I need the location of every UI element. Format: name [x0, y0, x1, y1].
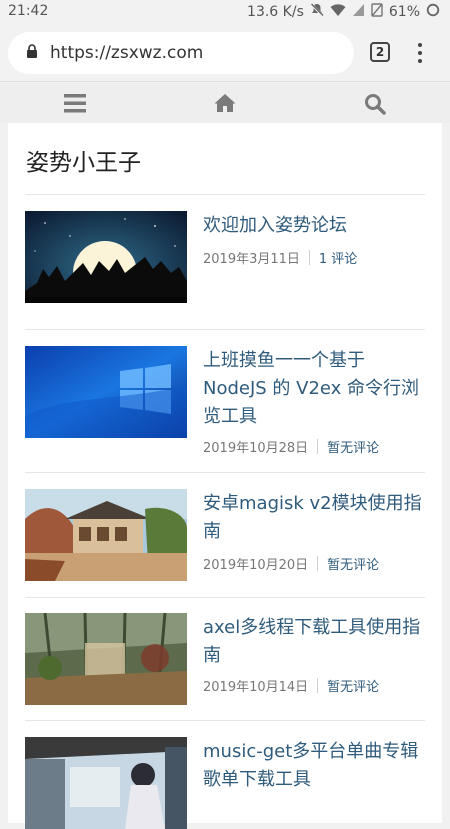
post-date: 2019年3月11日: [203, 252, 300, 267]
status-time: 21:42: [8, 3, 49, 19]
post-thumbnail[interactable]: [25, 211, 187, 303]
site-nav: [0, 83, 450, 123]
no-sim-icon: [371, 3, 383, 21]
battery-percent: 61%: [388, 4, 420, 20]
mute-icon: [309, 3, 324, 21]
search-icon[interactable]: [364, 93, 386, 119]
lock-icon: [26, 43, 38, 63]
post-item[interactable]: 上班摸鱼一一个基于 NodeJS 的 V2ex 命令行浏览工具 2019年10月…: [25, 346, 425, 476]
meta-separator: [317, 556, 319, 571]
post-meta: 2019年3月11日 1 评论: [203, 248, 357, 267]
divider: [25, 329, 425, 330]
overflow-menu-icon[interactable]: [416, 42, 424, 68]
post-thumbnail[interactable]: [25, 613, 187, 705]
browser-toolbar: https://zsxwz.com 2: [0, 24, 450, 82]
post-comments-link[interactable]: 暂无评论: [327, 437, 379, 456]
meta-separator: [308, 250, 310, 265]
content-card: 姿势小王子 欢迎加入姿势论坛 2019年3月11日 1 评论 上班摸鱼一一个基于…: [8, 123, 442, 829]
divider: [25, 720, 425, 721]
home-icon[interactable]: [214, 93, 236, 117]
post-thumbnail[interactable]: [25, 346, 187, 438]
battery-icon: [426, 3, 440, 21]
status-right: 13.6 K/s 61%: [247, 3, 440, 21]
hamburger-menu-icon[interactable]: [64, 93, 86, 117]
status-bar: 21:42 13.6 K/s 61%: [0, 0, 450, 24]
divider: [25, 194, 425, 195]
post-meta: 2019年10月20日 暂无评论: [203, 554, 379, 573]
post-date: 2019年10月14日: [203, 680, 309, 695]
post-date: 2019年10月28日: [203, 441, 309, 456]
post-comments-link[interactable]: 1 评论: [319, 248, 357, 267]
post-title[interactable]: 安卓magisk v2模块使用指南: [203, 490, 425, 546]
network-speed: 13.6 K/s: [247, 4, 304, 20]
post-meta: 2019年10月14日 暂无评论: [203, 676, 379, 695]
signal-icon: [352, 3, 365, 21]
post-title[interactable]: 欢迎加入姿势论坛: [203, 212, 425, 240]
post-thumbnail[interactable]: [25, 489, 187, 581]
address-bar[interactable]: https://zsxwz.com: [8, 32, 354, 74]
divider: [25, 472, 425, 473]
tab-switcher-button[interactable]: 2: [370, 42, 390, 62]
post-item[interactable]: axel多线程下载工具使用指南 2019年10月14日 暂无评论: [25, 613, 425, 733]
post-comments-link[interactable]: 暂无评论: [327, 676, 379, 695]
url-text[interactable]: https://zsxwz.com: [50, 43, 203, 63]
meta-separator: [317, 678, 319, 693]
post-item[interactable]: 安卓magisk v2模块使用指南 2019年10月20日 暂无评论: [25, 489, 425, 609]
post-item[interactable]: music-get多平台单曲专辑歌单下载工具: [25, 737, 425, 829]
post-comments-link[interactable]: 暂无评论: [327, 554, 379, 573]
post-item[interactable]: 欢迎加入姿势论坛 2019年3月11日 1 评论: [25, 211, 425, 331]
divider: [25, 597, 425, 598]
meta-separator: [317, 439, 319, 454]
post-thumbnail[interactable]: [25, 737, 187, 829]
post-title[interactable]: axel多线程下载工具使用指南: [203, 614, 425, 670]
site-title[interactable]: 姿势小王子: [26, 143, 141, 177]
post-title[interactable]: 上班摸鱼一一个基于 NodeJS 的 V2ex 命令行浏览工具: [203, 347, 425, 431]
wifi-icon: [330, 3, 346, 21]
post-title[interactable]: music-get多平台单曲专辑歌单下载工具: [203, 738, 425, 794]
post-meta: 2019年10月28日 暂无评论: [203, 437, 379, 456]
post-date: 2019年10月20日: [203, 558, 309, 573]
